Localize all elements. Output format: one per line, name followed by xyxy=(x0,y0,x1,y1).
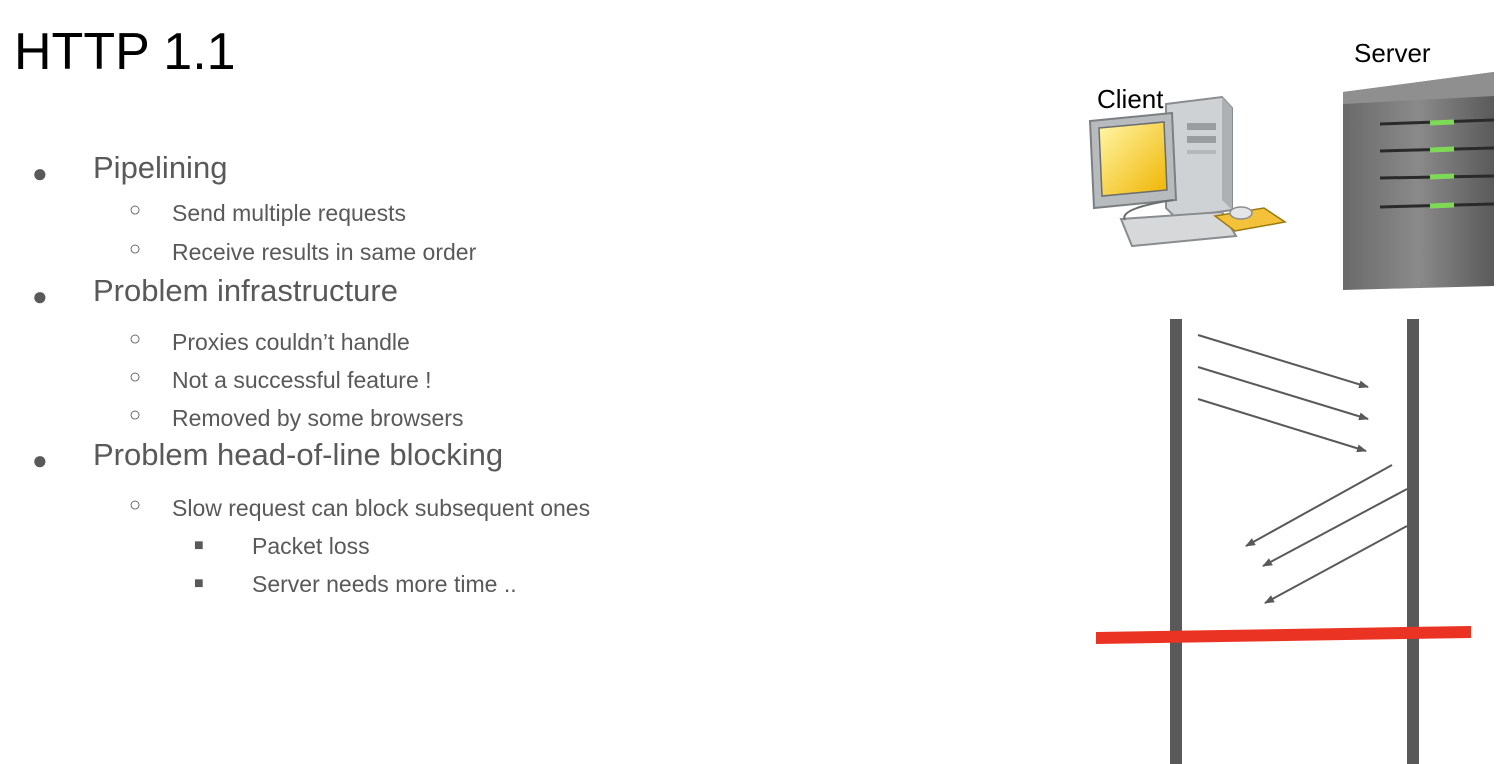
response-arrow xyxy=(1262,488,1408,567)
sequence-diagram xyxy=(1088,72,1495,764)
server-icon xyxy=(1343,72,1495,290)
request-arrow xyxy=(1197,398,1367,453)
response-arrow xyxy=(1245,464,1393,547)
client-lifeline xyxy=(1170,319,1182,764)
server-lifeline xyxy=(1407,319,1419,764)
response-arrow xyxy=(1264,525,1408,604)
request-arrow xyxy=(1197,334,1369,389)
client-computer-icon xyxy=(1088,95,1287,248)
request-arrow xyxy=(1197,366,1369,421)
